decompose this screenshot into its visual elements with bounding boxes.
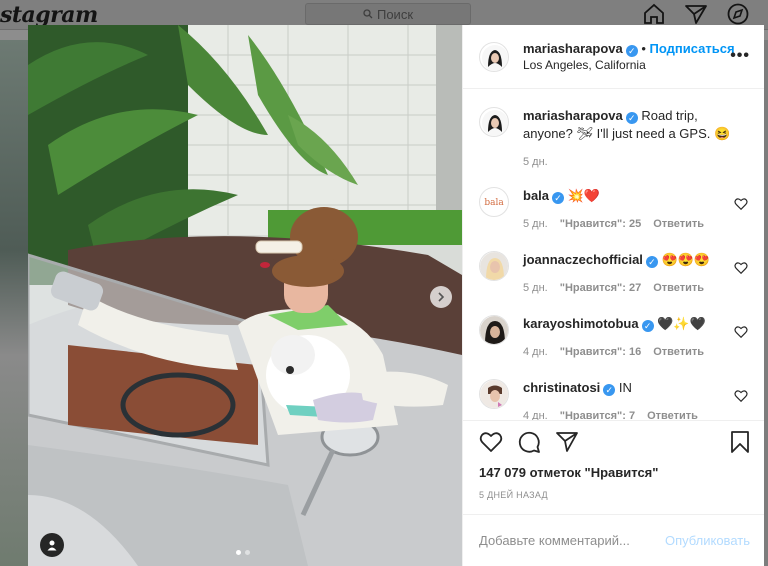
- comment-body: karayoshimotobua ✓ 🖤✨🖤 4 дн. "Нравится": …: [523, 315, 741, 379]
- comment-text: IN: [618, 380, 632, 395]
- direct-icon[interactable]: [684, 2, 708, 26]
- like-comment-heart-icon[interactable]: [734, 197, 748, 211]
- comments-list[interactable]: mariasharapova ✓ Road trip, anyone? 🛩 I'l…: [463, 89, 764, 420]
- post-photo[interactable]: [28, 25, 462, 566]
- save-bookmark-icon[interactable]: [728, 430, 752, 454]
- commenter-username[interactable]: karayoshimotobua: [523, 316, 639, 331]
- comment-time[interactable]: 5 дн.: [523, 215, 548, 233]
- post-date[interactable]: 5 дней назад: [479, 490, 748, 500]
- post-modal: mariasharapova ✓ • Подписаться Los Angele…: [28, 25, 764, 566]
- like-heart-icon[interactable]: [479, 430, 503, 454]
- likes-count[interactable]: 147 079 отметок "Нравится": [479, 465, 748, 480]
- caption: mariasharapova ✓ Road trip, anyone? 🛩 I'l…: [479, 107, 748, 179]
- caption-author-avatar[interactable]: [479, 107, 509, 137]
- post-header: mariasharapova ✓ • Подписаться Los Angele…: [463, 25, 764, 89]
- svg-text:bala: bala: [484, 198, 504, 208]
- comment-body: christinatosi ✓ IN 4 дн. "Нравится": 7 От…: [523, 379, 741, 420]
- comment-likes[interactable]: "Нравится": 7: [560, 407, 635, 420]
- post-image-illustration: [28, 25, 462, 566]
- post-location[interactable]: Los Angeles, California: [523, 57, 735, 74]
- comment-item: christinatosi ✓ IN 4 дн. "Нравится": 7 От…: [479, 379, 748, 420]
- verified-badge-icon: ✓: [625, 44, 638, 57]
- action-icons: [479, 429, 748, 455]
- chevron-right-icon: [438, 292, 445, 302]
- caption-body: mariasharapova ✓ Road trip, anyone? 🛩 I'l…: [523, 107, 741, 179]
- tagged-users-button[interactable]: [40, 533, 64, 557]
- explore-icon[interactable]: [726, 2, 750, 26]
- search-box[interactable]: Поиск: [305, 3, 471, 25]
- commenter-username[interactable]: christinatosi: [523, 380, 600, 395]
- commenter-avatar[interactable]: [479, 251, 509, 281]
- commenter-avatar[interactable]: [479, 379, 509, 409]
- like-comment-heart-icon[interactable]: [734, 325, 748, 339]
- comment-meta: 5 дн. "Нравится": 25 Ответить: [523, 215, 741, 233]
- comment-body: joannaczechofficial ✓ 😍😍😍 5 дн. "Нравится…: [523, 251, 741, 315]
- reply-button[interactable]: Ответить: [653, 343, 704, 361]
- reply-button[interactable]: Ответить: [653, 279, 704, 297]
- add-comment-bar: Опубликовать: [463, 514, 764, 566]
- author-avatar[interactable]: [479, 41, 509, 72]
- commenter-username[interactable]: bala: [523, 188, 549, 203]
- likes-number: 147 079: [479, 465, 526, 480]
- reply-button[interactable]: Ответить: [647, 407, 698, 420]
- verified-badge-icon: ✓: [552, 192, 565, 204]
- comment-body: bala ✓ 💥❤️ 5 дн. "Нравится": 25 Ответить: [523, 187, 741, 251]
- user-icon: [47, 540, 57, 551]
- caption-time[interactable]: 5 дн.: [523, 153, 548, 171]
- comment-item: joannaczechofficial ✓ 😍😍😍 5 дн. "Нравится…: [479, 251, 748, 315]
- comment-text: 💥❤️: [567, 188, 601, 203]
- comment-text: 😍😍😍: [661, 252, 711, 267]
- background-feed-strip: [0, 40, 28, 566]
- comment-item: bala bala ✓ 💥❤️ 5 дн. "Нравится": 25 Отве…: [479, 187, 748, 251]
- separator-dot: •: [641, 40, 646, 56]
- comment-text: 🖤✨🖤: [657, 316, 706, 331]
- comment-item: karayoshimotobua ✓ 🖤✨🖤 4 дн. "Нравится": …: [479, 315, 748, 379]
- like-comment-heart-icon[interactable]: [734, 389, 748, 403]
- carousel-indicator: [236, 550, 250, 555]
- carousel-dot-active: [236, 550, 241, 555]
- comment-likes[interactable]: "Нравится": 27: [560, 279, 641, 297]
- like-comment-heart-icon[interactable]: [734, 261, 748, 275]
- share-icon[interactable]: [555, 430, 579, 454]
- verified-badge-icon: ✓: [641, 320, 654, 332]
- commenter-username[interactable]: joannaczechofficial: [523, 252, 643, 267]
- post-header-info: mariasharapova ✓ • Подписаться Los Angele…: [523, 40, 735, 74]
- publish-button[interactable]: Опубликовать: [665, 533, 750, 548]
- post-side-panel: mariasharapova ✓ • Подписаться Los Angele…: [462, 25, 764, 566]
- more-options-icon[interactable]: •••: [730, 47, 750, 65]
- reply-button[interactable]: Ответить: [653, 215, 704, 233]
- post-actions: 147 079 отметок "Нравится" 5 дней назад: [463, 420, 764, 514]
- home-icon[interactable]: [642, 2, 666, 26]
- comment-time[interactable]: 4 дн.: [523, 407, 548, 420]
- comment-meta: 5 дн. "Нравится": 27 Ответить: [523, 279, 741, 297]
- follow-button[interactable]: Подписаться: [650, 41, 735, 56]
- verified-badge-icon: ✓: [645, 256, 658, 268]
- comment-likes[interactable]: "Нравится": 16: [560, 343, 641, 361]
- carousel-dot: [245, 550, 250, 555]
- commenter-avatar[interactable]: bala: [479, 187, 509, 217]
- comment-meta: 4 дн. "Нравится": 7 Ответить: [523, 407, 741, 420]
- comment-input[interactable]: [479, 533, 649, 548]
- comment-bubble-icon[interactable]: [517, 430, 541, 454]
- commenter-avatar[interactable]: [479, 315, 509, 345]
- comment-time[interactable]: 5 дн.: [523, 279, 548, 297]
- author-username[interactable]: mariasharapova: [523, 41, 623, 56]
- comment-meta: 4 дн. "Нравится": 16 Ответить: [523, 343, 741, 361]
- verified-badge-icon: ✓: [603, 384, 616, 396]
- verified-badge-icon: ✓: [625, 112, 638, 124]
- comment-likes[interactable]: "Нравится": 25: [560, 215, 641, 233]
- search-icon: [363, 9, 373, 19]
- likes-suffix: отметок "Нравится": [529, 465, 659, 480]
- caption-meta: 5 дн.: [523, 153, 741, 171]
- carousel-next-button[interactable]: [430, 286, 452, 308]
- nav-icons: [642, 2, 750, 26]
- comment-time[interactable]: 4 дн.: [523, 343, 548, 361]
- search-placeholder: Поиск: [376, 6, 414, 22]
- caption-username[interactable]: mariasharapova: [523, 108, 623, 123]
